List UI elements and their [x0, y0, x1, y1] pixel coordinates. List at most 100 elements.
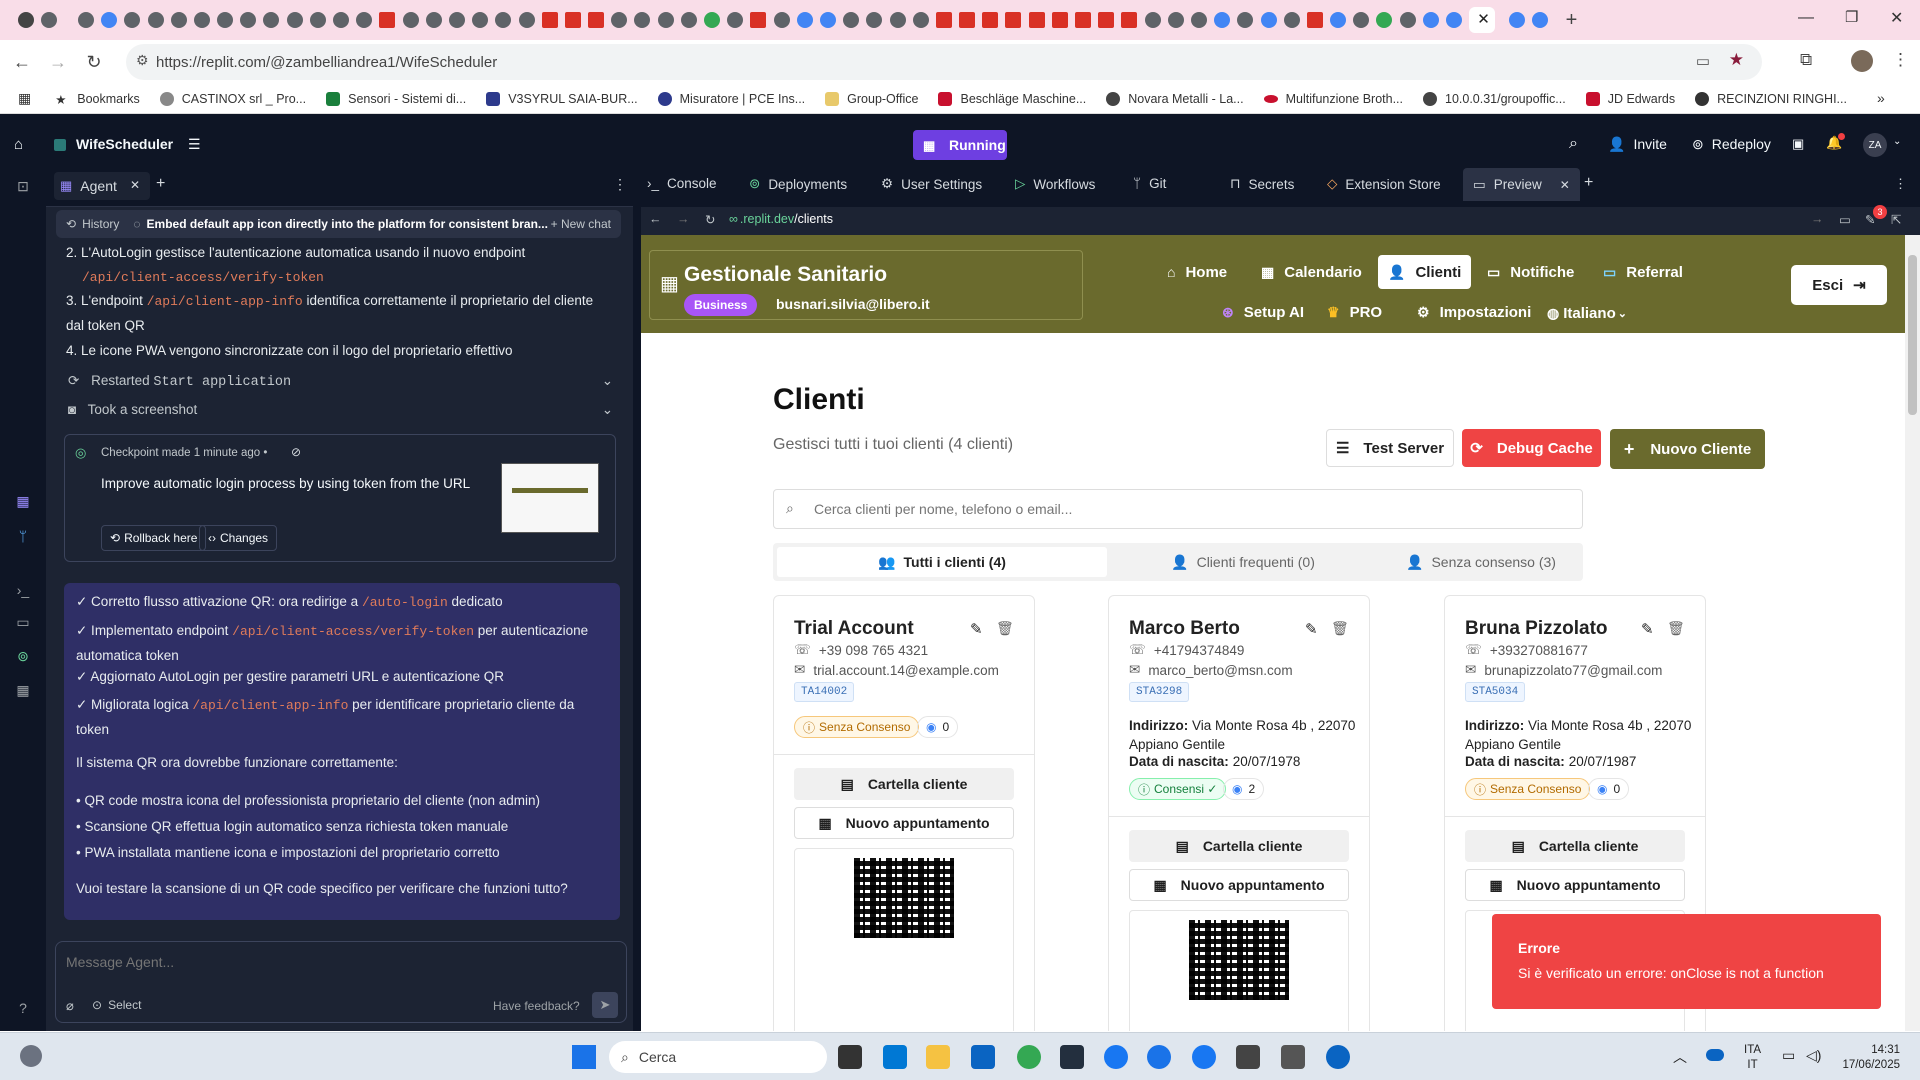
debug-cache-button[interactable]: ⟳ Debug Cache [1462, 429, 1601, 467]
new-tab-rail-icon[interactable]: ⊡ [14, 178, 32, 196]
panel-divider[interactable] [633, 162, 641, 1031]
tab-favicon[interactable] [193, 12, 210, 28]
client-folder-button[interactable]: ▤ Cartella cliente [794, 768, 1014, 800]
clock[interactable]: 14:31 17/06/2025 [1838, 1043, 1900, 1073]
back-icon[interactable]: ← [649, 212, 662, 226]
network-icon[interactable]: ▭ [1782, 1047, 1795, 1064]
reload-icon[interactable]: ↻ [705, 212, 715, 227]
tab-favicon[interactable] [472, 12, 489, 28]
tab-pdf-icon[interactable] [379, 12, 396, 28]
bookmark-item[interactable]: Novara Metalli - La... [1106, 91, 1244, 106]
search-app-icon[interactable] [1147, 1045, 1171, 1069]
forward-icon[interactable]: → [40, 44, 76, 80]
start-icon[interactable] [572, 1045, 596, 1069]
close-tab-icon[interactable]: ✕ [130, 178, 140, 192]
search-input[interactable] [814, 501, 1554, 517]
tab-favicon[interactable] [1098, 12, 1115, 28]
tab-favicon[interactable] [1306, 12, 1323, 28]
rollback-button[interactable]: ⟲ Rollback here [101, 525, 207, 551]
new-tab-icon[interactable]: + [156, 175, 165, 193]
logout-button[interactable]: Esci ⇥ [1791, 265, 1887, 305]
bookmark-item[interactable]: CASTINOX srl _ Pro... [159, 91, 306, 106]
tab-favicon[interactable] [843, 12, 860, 28]
client-folder-button[interactable]: ▤ Cartella cliente [1465, 830, 1685, 862]
tab-favicon[interactable] [77, 12, 94, 28]
preview-rail-icon[interactable]: ▭ [14, 614, 32, 632]
menu-icon[interactable]: ⋮ [1892, 50, 1909, 70]
search-icon[interactable]: ⌕ [1569, 135, 1578, 153]
tab-favicon[interactable] [240, 12, 257, 28]
feedback-link[interactable]: Have feedback? [493, 999, 580, 1013]
tab-search-icon[interactable] [17, 12, 34, 28]
tab-favicon[interactable] [680, 12, 697, 28]
outlook-icon[interactable] [971, 1045, 995, 1069]
agent-rail-icon[interactable]: ▦ [14, 493, 32, 511]
nav-setup-ai[interactable]: ⊛ Setup AI [1222, 295, 1304, 329]
tab-favicon[interactable] [356, 12, 373, 28]
install-icon[interactable]: ▭ [1696, 52, 1710, 70]
bookmark-item[interactable]: JD Edwards [1585, 91, 1675, 106]
url-input[interactable]: ⚙ https://replit.com/@zambelliandrea1/Wi… [126, 44, 1762, 80]
tab-pdf-icon[interactable] [564, 12, 581, 28]
filter-frequent[interactable]: 👤 Clienti frequenti (0) [1113, 547, 1373, 577]
app-icon[interactable] [1326, 1045, 1350, 1069]
tab-favicon[interactable] [819, 12, 836, 28]
tab-favicon[interactable] [1051, 12, 1068, 28]
bookmark-item[interactable]: RECINZIONI RINGHI... [1695, 91, 1847, 106]
tab-favicon[interactable] [727, 12, 744, 28]
tab-favicon[interactable] [309, 12, 326, 28]
preview-scrollbar[interactable] [1905, 235, 1920, 1031]
user-avatar[interactable]: ZA [1863, 133, 1887, 157]
trash-icon[interactable]: 🗑 [1331, 620, 1349, 637]
new-tab-icon[interactable]: + [1584, 174, 1593, 192]
screenshot-row[interactable]: ◙ Took a screenshot ⌄ [68, 402, 613, 417]
tab-favicon[interactable] [704, 12, 721, 28]
tab-favicon[interactable] [1446, 12, 1463, 28]
tab-favicon[interactable] [634, 12, 651, 28]
tab-secrets[interactable]: ⊓ Secrets [1230, 176, 1294, 192]
tab-favicon[interactable] [1283, 12, 1300, 28]
back-icon[interactable]: ← [4, 44, 40, 80]
tab-favicon[interactable] [1144, 12, 1161, 28]
window-close-icon[interactable]: ✕ [1890, 8, 1903, 28]
minimize-icon[interactable]: — [1798, 9, 1814, 27]
new-chat-button[interactable]: + New chat [551, 217, 611, 231]
media-icon[interactable] [1281, 1045, 1305, 1069]
bookmark-star-icon[interactable]: ★ [1729, 50, 1744, 70]
select-button[interactable]: ⊙ Select [92, 998, 141, 1012]
history-icon[interactable]: ⟲ [66, 217, 76, 231]
open-arrow-icon[interactable]: → [1811, 212, 1824, 226]
taskbar-search[interactable]: ⌕ Cerca [609, 1041, 827, 1073]
apps-grid-icon[interactable]: ▦ [18, 90, 31, 107]
filter-no-consent[interactable]: 👤 Senza consenso (3) [1383, 547, 1579, 577]
tab-favicon[interactable] [1508, 12, 1525, 28]
tab-favicon[interactable] [1422, 12, 1439, 28]
tab-pdf-icon[interactable] [1028, 12, 1045, 28]
new-appointment-button[interactable]: ▦ Nuovo appuntamento [1465, 869, 1685, 901]
tab-console[interactable]: ›_ Console [647, 176, 717, 191]
file-tree-icon[interactable]: ☰ [188, 136, 201, 153]
run-button[interactable]: ▦ Running [913, 130, 1007, 160]
tab-favicon[interactable] [425, 12, 442, 28]
tab-favicon[interactable] [124, 12, 141, 28]
chrome-icon[interactable] [1017, 1045, 1041, 1069]
tab-user-settings[interactable]: ⚙ User Settings [881, 176, 982, 192]
tab-favicon[interactable] [286, 12, 303, 28]
task-view-icon[interactable] [838, 1045, 862, 1069]
git-rail-icon[interactable]: ᛘ [14, 528, 32, 546]
redeploy-button[interactable]: ⊚ Redeploy [1692, 136, 1771, 153]
chevron-up-icon[interactable]: ︿ [1673, 1047, 1687, 1067]
nav-calendario[interactable]: ▦ Calendario [1261, 255, 1362, 289]
tab-favicon[interactable] [1190, 12, 1207, 28]
tab-favicon[interactable] [147, 12, 164, 28]
tab-favicon[interactable] [889, 12, 906, 28]
invite-button[interactable]: 👤 Invite [1608, 136, 1667, 153]
restarted-row[interactable]: ⟳ Restarted Start application ⌄ [68, 373, 613, 390]
tab-favicon[interactable] [1532, 12, 1548, 28]
nav-home[interactable]: ⌂ Home [1167, 255, 1227, 289]
profile-avatar[interactable] [1851, 50, 1873, 72]
tab-pdf-icon[interactable] [982, 12, 999, 28]
test-server-button[interactable]: ☰ Test Server [1326, 429, 1454, 467]
more-bookmarks-icon[interactable]: » [1877, 90, 1885, 106]
store-icon[interactable] [1236, 1045, 1260, 1069]
